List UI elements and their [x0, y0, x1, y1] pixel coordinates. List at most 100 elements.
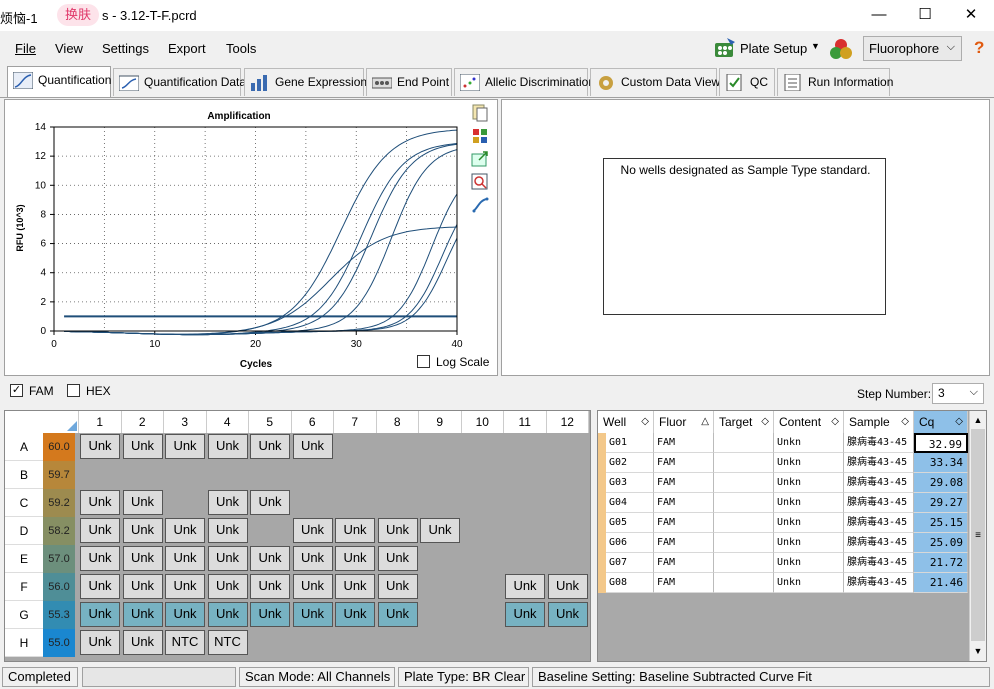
row-selector[interactable] — [598, 513, 606, 533]
cell-target[interactable] — [714, 573, 774, 593]
cell-fluor[interactable]: FAM — [654, 493, 714, 513]
cell-target[interactable] — [714, 493, 774, 513]
cell-content[interactable]: Unkn — [774, 513, 844, 533]
plate-well[interactable]: Unk — [420, 518, 460, 543]
cell-sample[interactable]: 腺病毒43-45 — [844, 453, 914, 473]
tab-run-information[interactable]: Run Information — [777, 68, 893, 96]
plate-well[interactable]: Unk — [335, 546, 375, 571]
plate-column-header[interactable]: 3 — [164, 411, 207, 433]
plate-well[interactable]: Unk — [505, 574, 545, 599]
plate-row-header[interactable]: H — [5, 629, 43, 657]
cell-target[interactable] — [714, 533, 774, 553]
cell-cq[interactable]: 21.46 — [914, 573, 968, 593]
plate-column-header[interactable]: 1 — [79, 411, 122, 433]
cell-well[interactable]: G06 — [606, 533, 654, 553]
cell-cq[interactable]: 32.99 — [914, 433, 968, 453]
cell-sample[interactable]: 腺病毒43-45 — [844, 493, 914, 513]
well-group-icon[interactable] — [828, 37, 854, 61]
curve-settings-icon[interactable] — [471, 196, 489, 214]
plate-well[interactable]: Unk — [165, 574, 205, 599]
plate-column-header[interactable]: 5 — [249, 411, 292, 433]
tab-allelic-discrimination[interactable]: Allelic Discrimination — [454, 68, 595, 96]
menu-view[interactable]: View — [55, 41, 83, 56]
plate-well[interactable]: Unk — [122, 490, 163, 515]
menu-settings[interactable]: Settings — [102, 41, 149, 56]
row-selector[interactable] — [598, 493, 606, 513]
amplification-chart[interactable]: Amplification Cycles RFU (10^3) 0 2 4 6 8 10 1… — [5, 100, 497, 375]
cell-cq[interactable]: 33.34 — [914, 453, 968, 473]
plate-well[interactable]: Unk — [122, 630, 163, 655]
cell-content[interactable]: Unkn — [774, 573, 844, 593]
plate-well[interactable]: Unk — [377, 574, 418, 599]
fam-checkbox[interactable]: ✓ — [10, 384, 23, 397]
zoom-chart-icon[interactable] — [471, 173, 489, 191]
tab-gene-expression[interactable]: Gene Expression — [244, 68, 367, 96]
tab-custom-data-view[interactable]: Custom Data View — [590, 68, 720, 96]
cell-content[interactable]: Unkn — [774, 553, 844, 573]
scroll-up-icon[interactable]: ▲ — [971, 412, 985, 428]
plate-well[interactable]: Unk — [292, 546, 333, 571]
plate-well[interactable]: Unk — [335, 518, 375, 543]
plate-well[interactable]: Unk — [122, 574, 163, 599]
plate-well[interactable]: Unk — [250, 574, 290, 599]
plate-column-header[interactable]: 9 — [419, 411, 462, 433]
copy-icon[interactable] — [471, 104, 489, 122]
cell-content[interactable]: Unkn — [774, 533, 844, 553]
plate-well[interactable]: Unk — [165, 602, 205, 627]
plate-well[interactable]: Unk — [335, 574, 375, 599]
plate-well[interactable]: Unk — [547, 602, 588, 627]
plate-well[interactable]: Unk — [80, 546, 120, 571]
plate-well[interactable]: Unk — [207, 518, 248, 543]
cell-cq[interactable]: 25.15 — [914, 513, 968, 533]
cell-cq[interactable]: 29.08 — [914, 473, 968, 493]
tab-quantification-data[interactable]: Quantification Data — [113, 68, 246, 96]
column-header-cq[interactable]: Cq ◇ — [914, 411, 968, 433]
cell-content[interactable]: Unkn — [774, 453, 844, 473]
cell-target[interactable] — [714, 513, 774, 533]
plate-column-header[interactable]: 4 — [206, 411, 249, 433]
plate-well[interactable]: Unk — [80, 434, 120, 459]
amplification-curve[interactable] — [64, 237, 458, 336]
plate-well[interactable]: Unk — [165, 518, 205, 543]
plate-well[interactable]: Unk — [250, 602, 290, 627]
fluorophore-select[interactable]: Fluorophore ⌵ — [863, 36, 962, 61]
cell-well[interactable]: G04 — [606, 493, 654, 513]
plate-well[interactable]: Unk — [80, 490, 120, 515]
cell-sample[interactable]: 腺病毒43-45 — [844, 513, 914, 533]
hex-checkbox[interactable] — [67, 384, 80, 397]
cell-target[interactable] — [714, 553, 774, 573]
tab-quantification[interactable]: Quantification — [7, 66, 111, 97]
plate-well[interactable]: Unk — [335, 602, 375, 627]
amplification-curve[interactable] — [64, 143, 458, 336]
cell-sample[interactable]: 腺病毒43-45 — [844, 553, 914, 573]
cell-target[interactable] — [714, 453, 774, 473]
plate-well[interactable]: Unk — [250, 434, 290, 459]
cell-sample[interactable]: 腺病毒43-45 — [844, 573, 914, 593]
column-header-content[interactable]: Content ◇ — [774, 411, 844, 433]
cell-fluor[interactable]: FAM — [654, 553, 714, 573]
cell-content[interactable]: Unkn — [774, 433, 844, 453]
skin-button[interactable]: 换肤 — [57, 4, 99, 26]
plate-row-header[interactable]: F — [5, 573, 43, 601]
row-selector[interactable] — [598, 433, 606, 453]
cell-well[interactable]: G03 — [606, 473, 654, 493]
plate-row-header[interactable]: A — [5, 433, 43, 461]
row-selector[interactable] — [598, 553, 606, 573]
scroll-down-icon[interactable]: ▼ — [971, 643, 985, 659]
plate-well[interactable]: Unk — [292, 518, 333, 543]
well-color-icon[interactable] — [471, 127, 489, 145]
plate-well[interactable]: Unk — [207, 546, 248, 571]
plate-well[interactable]: Unk — [377, 602, 418, 627]
menu-export[interactable]: Export — [168, 41, 206, 56]
plate-well[interactable]: Unk — [122, 434, 163, 459]
plate-well[interactable]: Unk — [250, 546, 290, 571]
plate-well[interactable]: Unk — [80, 574, 120, 599]
row-selector[interactable] — [598, 473, 606, 493]
plate-column-header[interactable]: 2 — [121, 411, 164, 433]
cell-fluor[interactable]: FAM — [654, 533, 714, 553]
plate-well[interactable]: Unk — [80, 630, 120, 655]
plate-well[interactable]: Unk — [122, 546, 163, 571]
plate-well[interactable]: Unk — [547, 574, 588, 599]
amplification-curve[interactable] — [64, 193, 458, 336]
plate-well[interactable]: NTC — [165, 630, 205, 655]
